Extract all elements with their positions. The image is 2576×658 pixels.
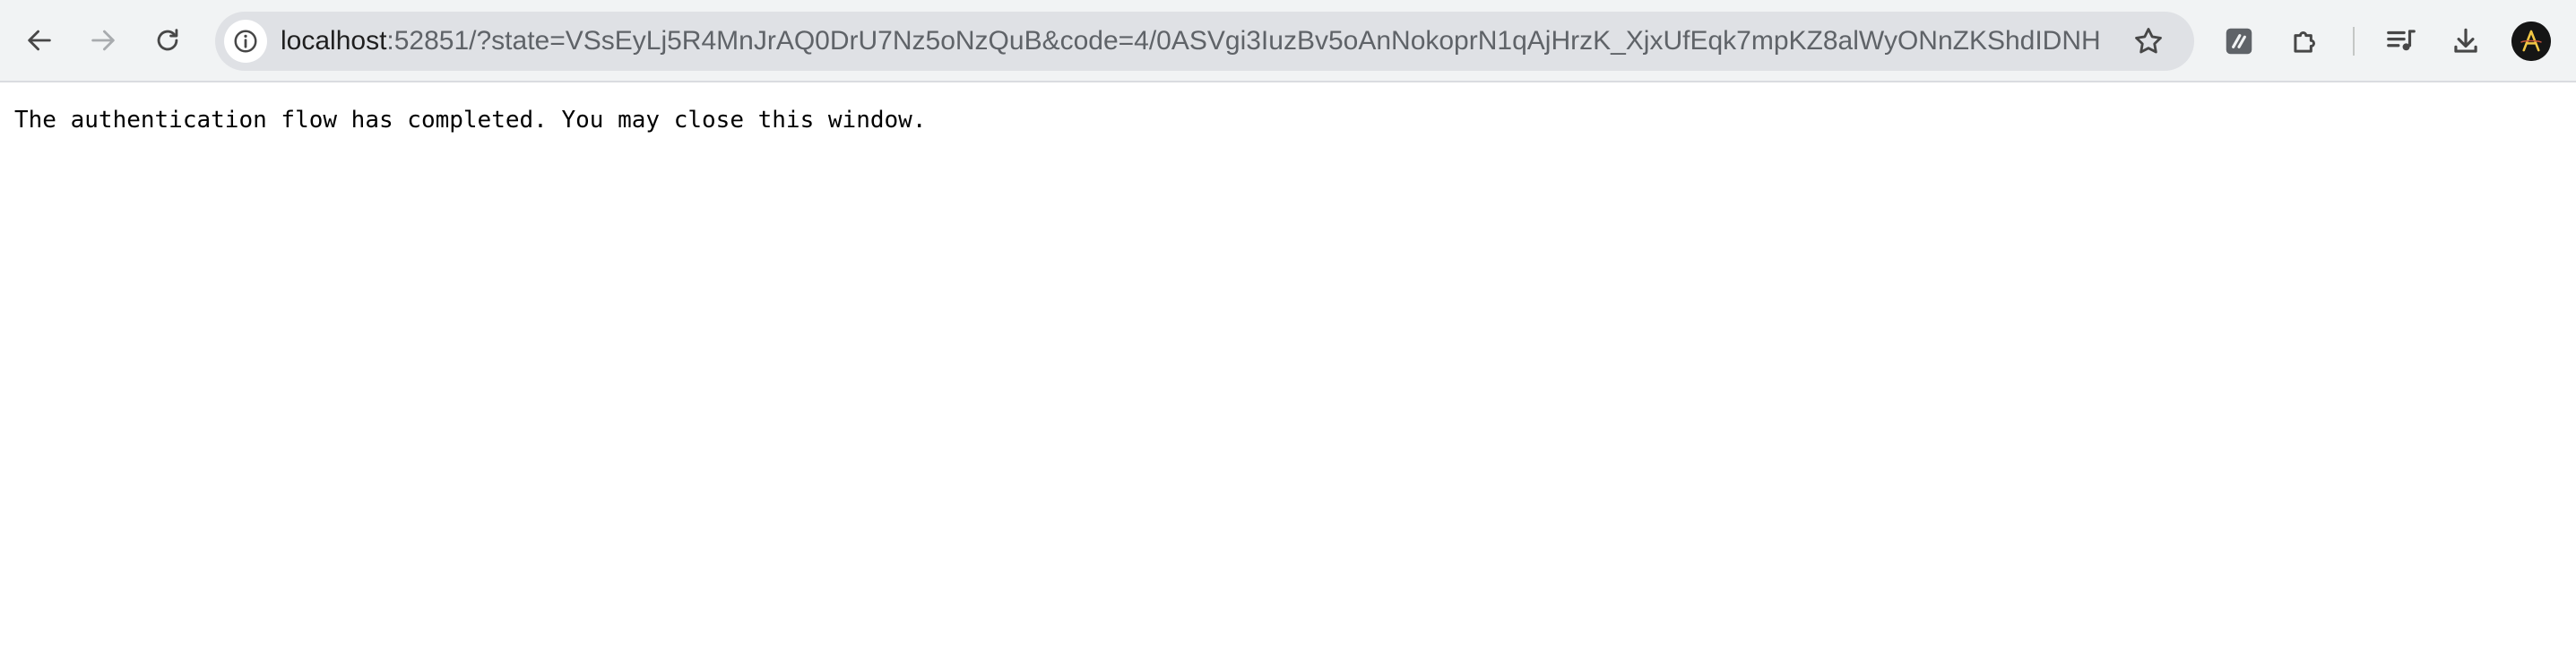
url-path: :52851/?state=VSsEyLj5R4MnJrAQ0DrU7Nz5oN…: [386, 26, 2100, 56]
app-a-icon: [2222, 24, 2256, 58]
downloads-button[interactable]: [2446, 22, 2485, 61]
media-queue-icon: [2384, 24, 2418, 58]
url-text[interactable]: localhost:52851/?state=VSsEyLj5R4MnJrAQ0…: [281, 12, 2100, 71]
address-bar[interactable]: localhost:52851/?state=VSsEyLj5R4MnJrAQ0…: [215, 12, 2194, 71]
puzzle-icon: [2288, 24, 2322, 58]
site-info-button[interactable]: [224, 20, 267, 63]
profile-button[interactable]: [2511, 22, 2551, 61]
back-button[interactable]: [17, 18, 62, 63]
bookmark-button[interactable]: [2131, 24, 2165, 58]
avatar-icon: [2511, 22, 2551, 61]
reload-button[interactable]: [145, 18, 190, 63]
url-host: localhost: [281, 26, 387, 56]
arrow-right-icon: [88, 25, 118, 56]
info-icon: [232, 28, 259, 55]
browser-toolbar: localhost:52851/?state=VSsEyLj5R4MnJrAQ0…: [0, 0, 2576, 82]
auth-complete-message: The authentication flow has completed. Y…: [14, 107, 927, 134]
extension-button[interactable]: [2219, 22, 2259, 61]
toolbar-divider: [2353, 27, 2355, 56]
arrow-left-icon: [24, 25, 55, 56]
extensions-menu-button[interactable]: [2286, 22, 2325, 61]
refresh-icon: [152, 25, 183, 56]
media-controls-button[interactable]: [2382, 22, 2421, 61]
forward-button[interactable]: [81, 18, 125, 63]
download-icon: [2449, 24, 2483, 58]
star-icon: [2131, 24, 2165, 58]
